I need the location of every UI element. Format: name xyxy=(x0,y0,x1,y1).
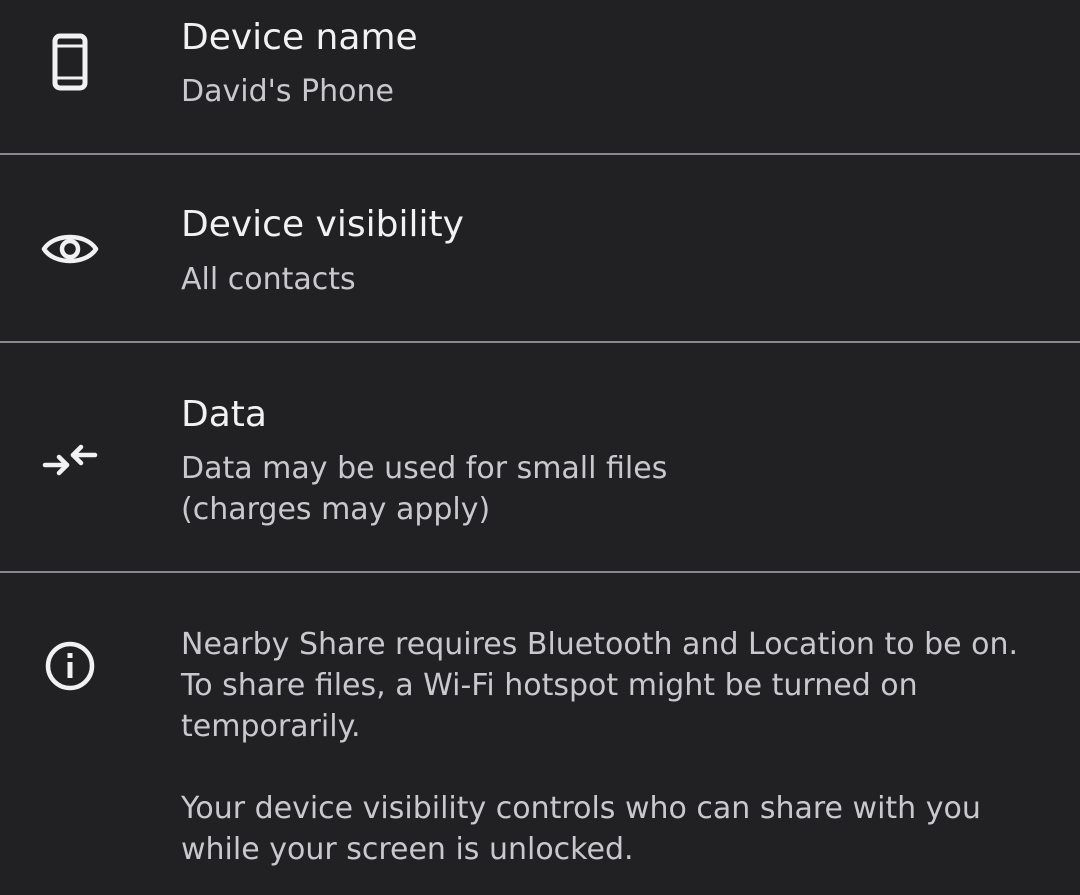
info-section: Nearby Share requires Bluetooth and Loca… xyxy=(0,573,1080,895)
info-paragraph-visibility: Your device visibility controls who can … xyxy=(181,791,981,867)
eye-icon xyxy=(38,217,102,281)
smartphone-icon xyxy=(38,30,102,94)
device-name-title: Device name xyxy=(181,17,418,58)
device-visibility-title: Device visibility xyxy=(181,204,464,245)
data-value-line1: Data may be used for small files xyxy=(181,451,668,486)
info-paragraph-requirements: Nearby Share requires Bluetooth and Loca… xyxy=(181,627,1019,744)
data-setting[interactable]: Data Data may be used for small files (c… xyxy=(0,343,1080,572)
device-name-setting[interactable]: Device name David's Phone xyxy=(0,0,1080,154)
info-icon xyxy=(38,634,102,698)
data-title: Data xyxy=(181,394,267,435)
device-visibility-value: All contacts xyxy=(181,262,356,297)
device-name-value: David's Phone xyxy=(181,74,394,109)
device-visibility-setting[interactable]: Device visibility All contacts xyxy=(0,155,1080,342)
data-value-line2: (charges may apply) xyxy=(181,492,491,527)
data-transfer-arrows-icon xyxy=(38,429,102,493)
